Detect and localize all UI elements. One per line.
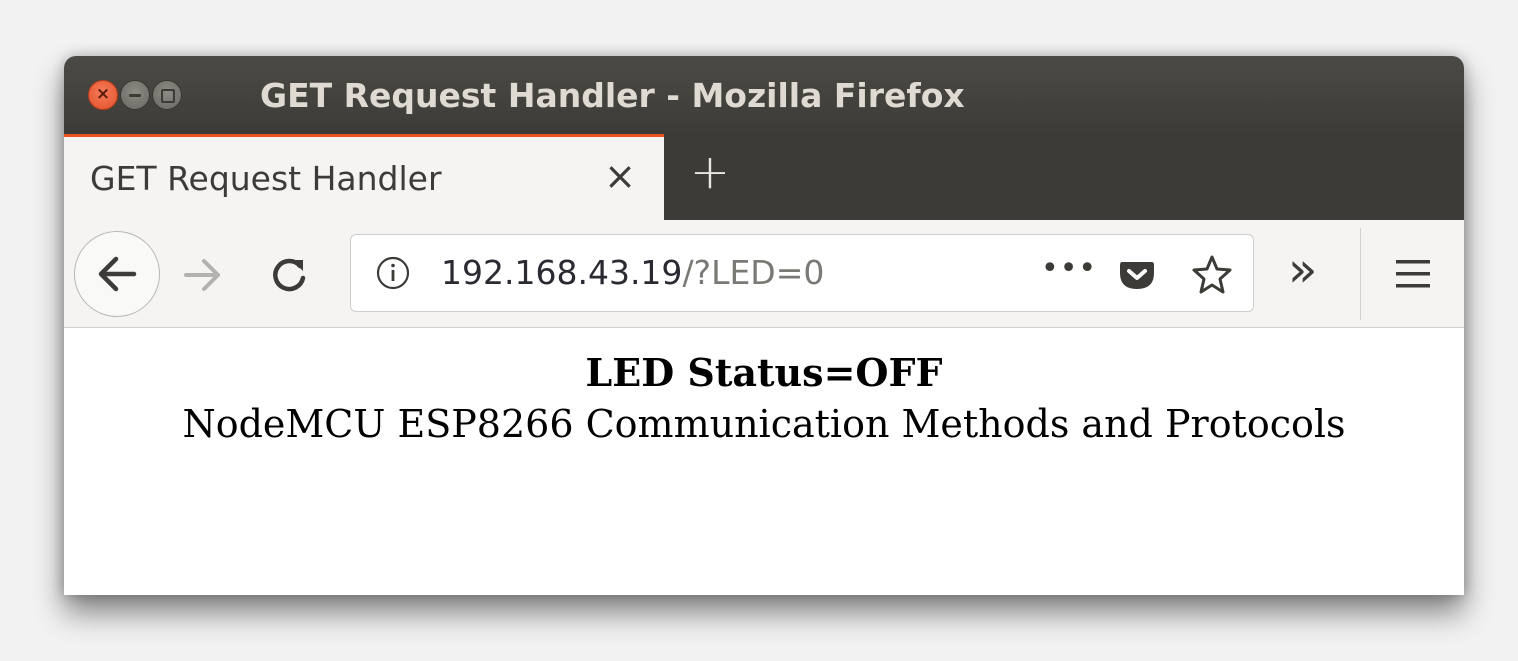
back-button[interactable] xyxy=(74,231,160,317)
url-bar[interactable]: 192.168.43.19/?LED=0 ••• xyxy=(350,234,1254,312)
window-close-glyph: × xyxy=(95,84,111,104)
back-arrow-icon xyxy=(98,256,137,292)
browser-window: × GET Request Handler - Mozilla Firefox … xyxy=(64,56,1464,595)
led-status-heading: LED Status=OFF xyxy=(585,350,943,395)
reload-icon[interactable] xyxy=(266,252,312,298)
toolbar-divider xyxy=(1360,228,1361,320)
url-path: /?LED=0 xyxy=(682,253,825,292)
title-bar[interactable]: × GET Request Handler - Mozilla Firefox xyxy=(64,56,1464,134)
tab-close-button[interactable]: × xyxy=(600,153,640,199)
pocket-icon[interactable] xyxy=(1117,254,1157,294)
window-close-button[interactable]: × xyxy=(88,80,118,110)
window-minimize-button[interactable] xyxy=(120,80,150,110)
window-maximize-button[interactable] xyxy=(152,80,182,110)
navigation-toolbar: 192.168.43.19/?LED=0 ••• » xyxy=(64,220,1464,328)
tab-strip: GET Request Handler × + xyxy=(64,134,1464,220)
new-tab-button[interactable]: + xyxy=(686,144,734,200)
hamburger-menu-icon[interactable] xyxy=(1394,258,1432,290)
url-host: 192.168.43.19 xyxy=(441,253,683,292)
tab-label: GET Request Handler xyxy=(90,159,442,198)
url-text[interactable]: 192.168.43.19/?LED=0 xyxy=(441,253,824,292)
info-icon[interactable] xyxy=(375,255,411,291)
tab-get-request-handler[interactable]: GET Request Handler × xyxy=(64,134,664,220)
page-content: LED Status=OFF NodeMCU ESP8266 Communica… xyxy=(64,328,1464,595)
overflow-menu-button[interactable]: » xyxy=(1288,240,1317,300)
page-actions-menu-button[interactable]: ••• xyxy=(1041,251,1097,286)
forward-arrow-icon[interactable] xyxy=(180,252,226,298)
page-subtitle: NodeMCU ESP8266 Communication Methods an… xyxy=(182,402,1346,446)
window-title: GET Request Handler - Mozilla Firefox xyxy=(260,76,965,115)
bookmark-star-icon[interactable] xyxy=(1191,253,1233,295)
